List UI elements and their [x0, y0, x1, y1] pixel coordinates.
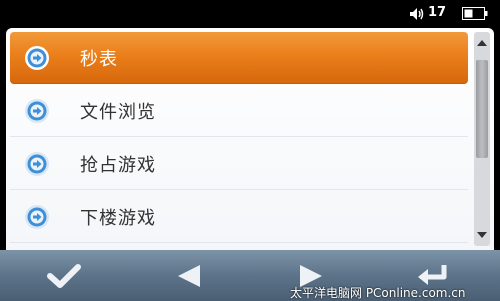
status-bar: 17	[0, 0, 500, 28]
arrow-bullet-icon	[25, 205, 49, 229]
scrollbar[interactable]	[474, 32, 490, 246]
scroll-thumb[interactable]	[476, 60, 488, 158]
menu-item-file-browser[interactable]: 文件浏览	[10, 85, 468, 137]
arrow-bullet-icon	[25, 152, 49, 176]
menu-item-grab-game[interactable]: 抢占游戏	[10, 138, 468, 190]
menu-item-label: 下楼游戏	[80, 208, 156, 229]
left-arrow-icon[interactable]	[170, 261, 210, 291]
device-screen: 17 秒表 文件浏览 抢占游戏 下楼游戏 太平洋电脑网 PConline.com…	[0, 0, 500, 301]
watermark: 太平洋电脑网 PConline.com.cn	[290, 286, 466, 300]
scroll-up-arrow-icon[interactable]	[474, 32, 490, 54]
menu-item-stopwatch[interactable]: 秒表	[10, 32, 468, 84]
confirm-icon[interactable]	[44, 261, 84, 291]
menu-item-label: 抢占游戏	[80, 155, 156, 176]
volume-level: 17	[428, 5, 447, 20]
menu-item-label: 文件浏览	[80, 102, 156, 123]
battery-icon	[462, 7, 488, 20]
menu-list: 秒表 文件浏览 抢占游戏 下楼游戏	[6, 28, 494, 250]
arrow-bullet-icon	[25, 46, 49, 70]
speaker-icon	[410, 8, 424, 20]
scroll-down-arrow-icon[interactable]	[474, 224, 490, 246]
arrow-bullet-icon	[25, 99, 49, 123]
menu-item-downstairs-game[interactable]: 下楼游戏	[10, 191, 468, 243]
menu-item-label: 秒表	[80, 49, 118, 70]
